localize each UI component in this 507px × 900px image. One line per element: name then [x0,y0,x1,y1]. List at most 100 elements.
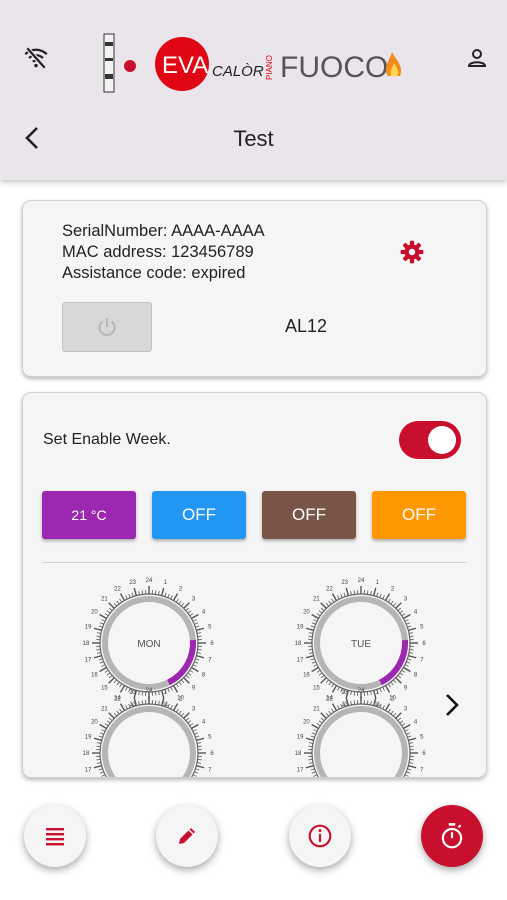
hour-tick-label: 9 [404,686,408,692]
hour-tick-label: 19 [85,735,92,741]
mac-address: MAC address: 123456789 [62,243,254,261]
hour-tick-label: 1 [376,580,380,586]
hour-tick-label: 20 [303,610,310,616]
hour-tick-label: 24 [358,688,365,694]
hour-tick-label: 8 [202,673,206,679]
hour-tick-label: 21 [313,596,320,602]
divider [43,562,467,563]
day-label: MON [137,639,160,650]
logo-calor: CALÒR [212,63,264,80]
hour-tick-label: 21 [101,596,108,602]
hour-tick-label: 19 [297,735,304,741]
temp-button-purple[interactable]: 21 °C [42,491,136,539]
hour-tick-label: 17 [297,657,304,663]
hour-tick-label: 16 [91,673,98,679]
hour-tick-label: 17 [297,767,304,773]
day-dial[interactable]: 241234567891011121314151617181920212223 [295,688,427,777]
enable-week-toggle[interactable] [399,421,461,459]
logo-eva: EVA [162,52,208,79]
hour-tick-label: 6 [422,751,426,757]
hour-tick-label: 3 [192,706,196,712]
hour-tick-label: 3 [404,706,408,712]
hour-tick-label: 23 [341,580,348,586]
hour-tick-label: 4 [202,610,206,616]
hour-tick-label: 22 [326,696,333,702]
hour-tick-label: 23 [341,690,348,696]
hour-tick-label: 18 [295,641,302,647]
temp-button-orange[interactable]: OFF [372,491,466,539]
page-title: Test [233,126,274,151]
info-button[interactable] [289,805,351,867]
hour-tick-label: 7 [208,657,212,663]
hour-tick-label: 24 [146,578,153,584]
day-label: TUE [351,639,371,650]
hour-tick-label: 6 [210,641,214,647]
hour-tick-label: 23 [129,690,136,696]
assistance-code: Assistance code: expired [62,264,246,282]
timer-icon [441,823,463,849]
power-button[interactable] [62,302,152,352]
hour-tick-label: 6 [422,641,426,647]
hour-tick-label: 9 [192,686,196,692]
enable-week-label: Set Enable Week. [43,431,171,448]
hour-tick-label: 1 [164,580,168,586]
hour-tick-label: 18 [295,751,302,757]
temp-button-label: 21 °C [71,507,107,523]
hour-tick-label: 21 [101,706,108,712]
hour-tick-label: 19 [85,625,92,631]
next-button[interactable] [435,685,469,725]
hour-tick-label: 5 [208,735,212,741]
hour-tick-label: 22 [114,696,121,702]
hour-tick-label: 23 [129,580,136,586]
hour-tick-label: 1 [376,690,380,696]
wifi-off-icon[interactable] [16,38,56,78]
hour-tick-label: 1 [164,690,168,696]
hour-tick-label: 18 [83,751,90,757]
device-card: SerialNumber: AAAA-AAAA MAC address: 123… [22,200,487,377]
power-icon [98,318,116,336]
hour-tick-label: 24 [146,688,153,694]
day-dials: 241234567891011121314151617181920212223M… [83,578,427,777]
hour-tick-label: 17 [85,767,92,773]
serial-number: SerialNumber: AAAA-AAAA [62,222,265,240]
week-program-card: Set Enable Week. 21 °C OFF OFF OFF 24 1 2 3… [22,392,487,778]
hour-tick-label: 4 [414,610,418,616]
hour-tick-label: 4 [202,720,206,726]
temp-button-label: OFF [292,505,326,524]
hour-tick-label: 4 [414,720,418,726]
hour-tick-label: 19 [297,625,304,631]
hour-tick-label: 18 [83,641,90,647]
hour-tick-label: 6 [210,751,214,757]
hour-tick-label: 7 [420,657,424,663]
hour-tick-label: 22 [114,586,121,592]
list-button[interactable] [24,805,86,867]
hour-tick-label: 7 [420,767,424,773]
hour-tick-label: 3 [192,596,196,602]
pencil-icon [179,828,195,844]
timer-button[interactable] [421,805,483,867]
hour-tick-label: 5 [208,625,212,631]
user-icon[interactable] [457,38,497,78]
hour-tick-label: 8 [414,673,418,679]
temp-button-label: OFF [402,505,436,524]
brand-logo: EVA CALÒR PIANO FUOCO [100,28,410,98]
hour-tick-label: 5 [420,735,424,741]
hour-tick-label: 22 [326,586,333,592]
logo-fuoco: FUOCO [280,51,388,84]
day-dial[interactable]: 241234567891011121314151617181920212223 [83,688,215,777]
temp-button-label: OFF [182,505,216,524]
hour-tick-label: 20 [91,720,98,726]
list-icon [46,828,64,846]
hour-tick-label: 15 [313,686,320,692]
app-header: EVA CALÒR PIANO FUOCO Test [0,0,507,180]
hour-tick-label: 21 [313,706,320,712]
edit-button[interactable] [156,805,218,867]
temp-button-blue[interactable]: OFF [152,491,246,539]
hour-tick-label: 16 [303,673,310,679]
hour-tick-label: 15 [101,686,108,692]
settings-button[interactable] [398,238,426,266]
hour-tick-label: 20 [303,720,310,726]
hour-tick-label: 24 [358,578,365,584]
temp-button-brown[interactable]: OFF [262,491,356,539]
hour-tick-label: 2 [179,586,183,592]
